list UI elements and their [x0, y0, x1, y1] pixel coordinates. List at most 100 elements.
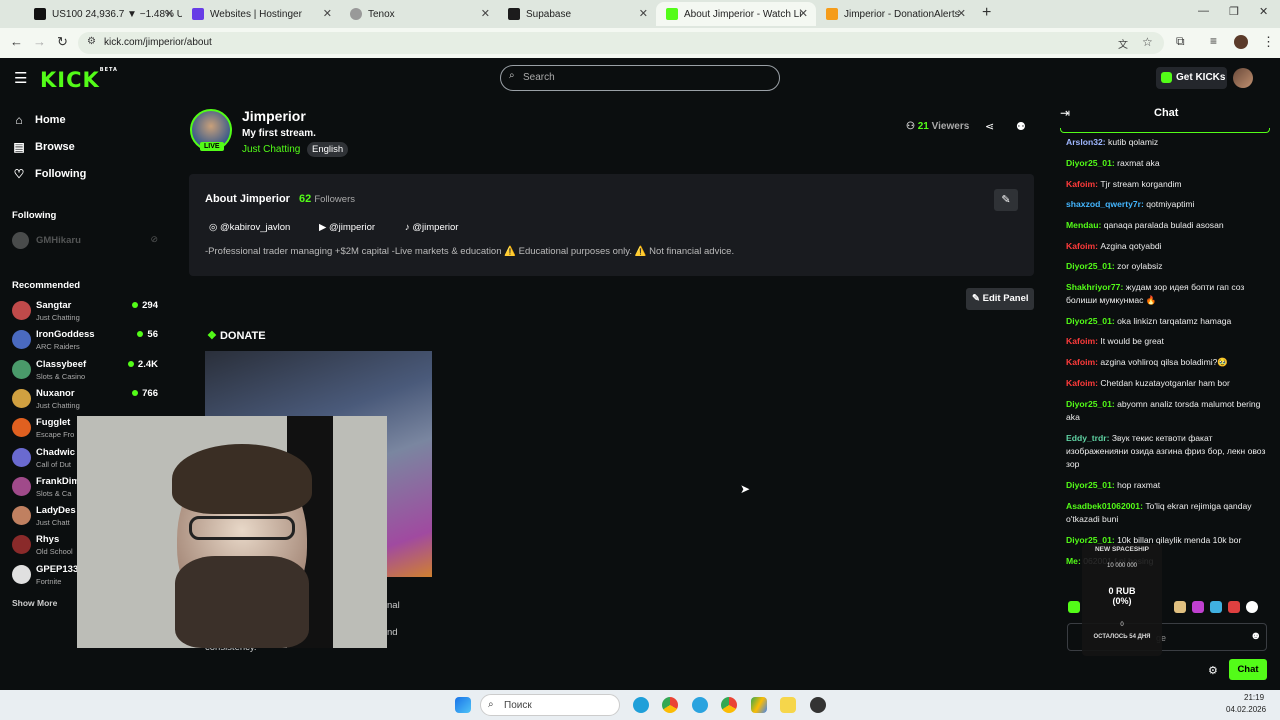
close-icon[interactable]: ✕ [639, 7, 648, 20]
chat-username[interactable]: Mendau [1066, 220, 1098, 230]
browser-tab[interactable]: US100 24,936.7 ▼ −1.48% USD ✕ [24, 2, 182, 26]
nav-home[interactable]: ⌂ Home [12, 113, 65, 127]
clock-time: 21:19 [1244, 693, 1265, 702]
close-icon[interactable]: ✕ [799, 7, 808, 20]
translate-icon[interactable]: 文 [1118, 36, 1128, 51]
browse-icon: ▤ [13, 140, 25, 154]
tab-label: Websites | Hostinger [210, 8, 302, 20]
chat-username[interactable]: Eddy_trdr [1066, 433, 1107, 443]
emoji-icon[interactable]: ☻ [1250, 630, 1262, 642]
chat-username[interactable]: Kafoim [1066, 336, 1095, 346]
avatar [12, 301, 31, 320]
taskbar-search[interactable]: ⌕ Поиск [480, 694, 620, 716]
close-icon[interactable]: ✕ [957, 7, 966, 20]
collapse-chat-icon[interactable]: ⇥ [1060, 106, 1070, 120]
chat-settings-icon[interactable]: ⚙ [1208, 664, 1218, 677]
chat-username[interactable]: Diyor25_01 [1066, 261, 1112, 271]
category-link[interactable]: Just Chatting [242, 144, 300, 155]
chat-send-button[interactable]: Chat [1229, 659, 1267, 680]
back-icon[interactable]: ← [10, 34, 23, 49]
social-instagram[interactable]: ◎ @kabirov_javlon [209, 222, 290, 233]
hamburger-menu-icon[interactable]: ☰ [14, 69, 27, 87]
nav-browse[interactable]: ▤ Browse [12, 140, 74, 154]
reading-list-icon[interactable]: ≡ [1210, 34, 1217, 48]
site-info-icon[interactable]: ⚙ [87, 36, 96, 47]
windows-start-icon[interactable] [455, 697, 471, 713]
chat-text: hop raxmat [1117, 480, 1161, 490]
about-title: About Jimperior [205, 193, 290, 205]
chat-text: azgina vohliroq qilsa boladimi?🥹 [1100, 357, 1229, 367]
reload-icon[interactable]: ↻ [57, 34, 68, 50]
close-icon[interactable]: ✕ [323, 7, 332, 20]
browser-tab-active[interactable]: About Jimperior - Watch Li ✕ [656, 2, 816, 26]
chat-username[interactable]: Diyor25_01 [1066, 158, 1112, 168]
chat-username[interactable]: Kafoim [1066, 179, 1095, 189]
chat-username[interactable]: Diyor25_01 [1066, 480, 1112, 490]
bookmark-star-icon[interactable]: ☆ [1142, 35, 1153, 49]
emote-icon[interactable] [1192, 601, 1204, 613]
recommended-channel[interactable]: IronGoddess ARC Raiders 56 [12, 327, 160, 355]
new-tab-button[interactable]: + [982, 4, 991, 22]
recommended-channel[interactable]: Sangtar Just Chatting 294 [12, 298, 160, 326]
channel-category: Just Chatting [36, 313, 80, 322]
extensions-icon[interactable]: ⧉ [1176, 34, 1185, 49]
follow-user-icon[interactable]: ⚉ [1016, 120, 1026, 133]
following-item[interactable]: GMHikaru ⊘ [12, 230, 160, 258]
chat-username[interactable]: Me [1066, 556, 1078, 566]
search-input[interactable]: ⌕ Search [500, 65, 780, 91]
share-icon[interactable]: ⋖ [985, 120, 994, 133]
chat-text: qanaqa paralada buladi asosan [1103, 220, 1224, 230]
nav-following[interactable]: ♡ Following [12, 167, 87, 181]
emote-icon[interactable] [1210, 601, 1222, 613]
maximize-button[interactable]: ❐ [1229, 5, 1239, 18]
recommended-channel[interactable]: Nuxanor Just Chatting 766 [12, 386, 160, 414]
chrome-icon[interactable] [662, 697, 678, 713]
edit-about-button[interactable]: ✎ [994, 189, 1018, 211]
minimize-button[interactable]: — [1198, 5, 1209, 17]
browser-tab[interactable]: Supabase ✕ [498, 2, 656, 26]
drive-icon[interactable] [751, 697, 767, 713]
get-kicks-button[interactable]: Get KICKs [1156, 67, 1227, 89]
recommended-channel[interactable]: Classybeef Slots & Casino 2.4K [12, 357, 160, 385]
chat-username[interactable]: shaxzod_qwerty7r [1066, 199, 1141, 209]
emote-icon[interactable] [1068, 601, 1080, 613]
language-tag[interactable]: English [307, 142, 349, 157]
social-youtube[interactable]: ▶ @jimperior [319, 222, 375, 233]
chat-username[interactable]: Kafoim [1066, 378, 1095, 388]
widget-title: NEW SPACESHIP [1094, 546, 1150, 553]
close-icon[interactable]: ✕ [165, 7, 174, 20]
forward-icon[interactable]: → [33, 34, 46, 49]
social-tiktok[interactable]: ♪ @jimperior [405, 222, 458, 233]
emote-icon[interactable] [1246, 601, 1258, 613]
chat-username[interactable]: Asadbek01062001 [1066, 501, 1140, 511]
close-window-button[interactable]: ✕ [1259, 5, 1268, 18]
browser-tab[interactable]: Tenox ✕ [340, 2, 498, 26]
emote-icon[interactable] [1228, 601, 1240, 613]
viewers-number: 21 [917, 121, 929, 132]
chat-username[interactable]: Shakhriyor77 [1066, 282, 1120, 292]
user-avatar[interactable] [1233, 68, 1253, 88]
channel-category: Just Chatting [36, 400, 80, 410]
kick-logo[interactable]: KICKBETA [40, 67, 118, 92]
show-more-link[interactable]: Show More [12, 598, 57, 608]
chrome-profile-icon[interactable] [721, 697, 737, 713]
chat-username[interactable]: Kafoim [1066, 357, 1095, 367]
menu-icon[interactable]: ⋮ [1262, 34, 1275, 50]
telegram-icon[interactable] [692, 697, 708, 713]
edit-panel-button[interactable]: ✎ Edit Panel [966, 288, 1034, 310]
chat-username[interactable]: Kafoim [1066, 241, 1095, 251]
chat-username[interactable]: Diyor25_01 [1066, 399, 1112, 409]
url-field[interactable]: ⚙ kick.com/jimperior/about 文 ☆ [78, 32, 1164, 54]
app-icon[interactable] [810, 697, 826, 713]
browser-tab[interactable]: Jimperior - DonationAlerts ✕ [816, 2, 974, 26]
avatar [12, 564, 31, 584]
chat-username[interactable]: Diyor25_01 [1066, 316, 1112, 326]
edge-icon[interactable] [633, 697, 649, 713]
emote-icon[interactable] [1174, 601, 1186, 613]
browser-tab[interactable]: Websites | Hostinger ✕ [182, 2, 340, 26]
profile-avatar[interactable] [1234, 35, 1248, 49]
sticky-notes-icon[interactable] [780, 697, 796, 713]
globe-icon [350, 8, 362, 20]
close-icon[interactable]: ✕ [481, 7, 490, 20]
chat-username[interactable]: Arslon32 [1066, 137, 1103, 147]
